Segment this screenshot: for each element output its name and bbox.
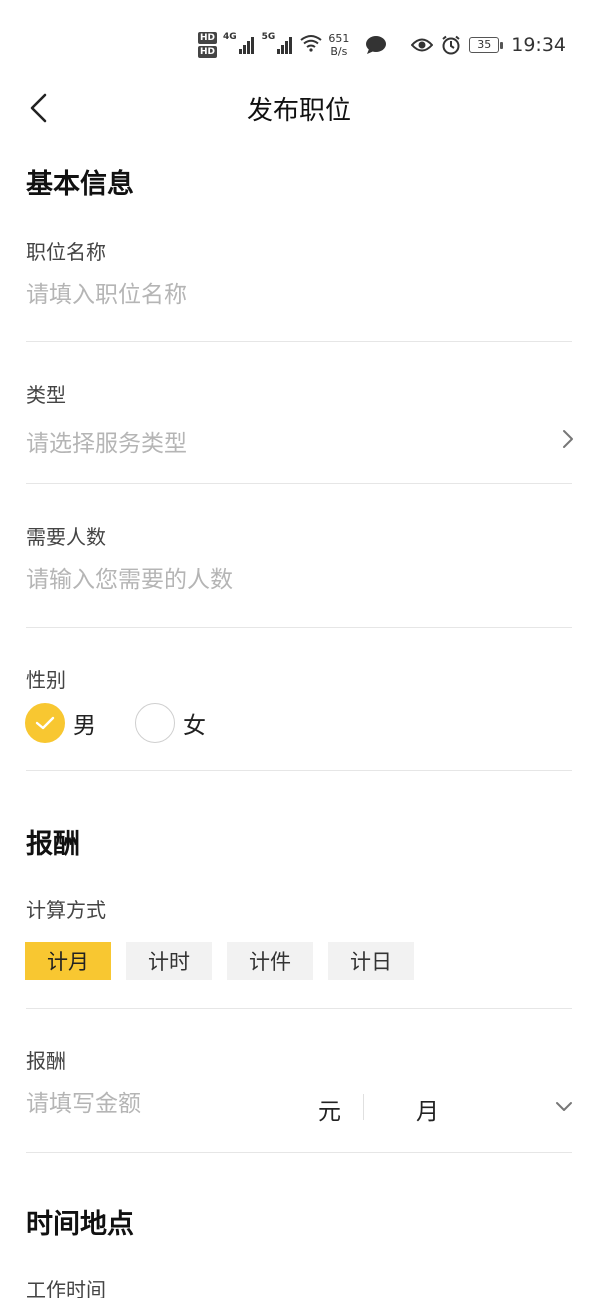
divider xyxy=(26,1008,572,1009)
battery-level: 35 xyxy=(469,37,500,53)
eye-icon xyxy=(411,37,434,53)
type-placeholder: 请选择服务类型 xyxy=(26,431,187,457)
pay-period-selector[interactable]: 月 xyxy=(380,1086,576,1126)
chevron-right-icon xyxy=(563,430,573,448)
navigation-bar: 发布职位 xyxy=(0,82,598,134)
network-speed: 651 B/s xyxy=(328,32,349,58)
signal-2-icon xyxy=(277,36,293,54)
signal-1-icon xyxy=(238,36,254,54)
hd-indicators: HD HD xyxy=(198,32,218,58)
pay-method-daily[interactable]: 计日 xyxy=(328,942,414,980)
divider xyxy=(26,341,572,342)
headcount-input[interactable] xyxy=(26,567,466,593)
gender-option-female[interactable]: 女 xyxy=(135,702,206,744)
unit-separator xyxy=(363,1094,364,1120)
divider xyxy=(26,1152,572,1153)
divider xyxy=(26,483,572,484)
divider xyxy=(26,770,572,771)
headcount-label: 需要人数 xyxy=(26,525,106,549)
work-time-label: 工作时间 xyxy=(26,1278,106,1298)
type-selector[interactable]: 请选择服务类型 xyxy=(26,424,572,457)
divider xyxy=(26,627,572,628)
gender-female-label: 女 xyxy=(183,713,206,739)
pay-method-label: 计算方式 xyxy=(26,898,106,922)
job-name-input[interactable] xyxy=(26,282,466,308)
status-bar: HD HD 4G 5G 651 B/s 35 19:34 xyxy=(0,0,598,88)
gender-male-label: 男 xyxy=(73,713,96,739)
pay-amount-label: 报酬 xyxy=(26,1049,66,1073)
message-icon xyxy=(365,35,387,55)
chevron-down-icon xyxy=(556,1102,572,1111)
status-time: 19:34 xyxy=(511,34,566,56)
network-type-2: 5G xyxy=(261,32,276,42)
wifi-icon xyxy=(300,34,322,56)
pay-method-monthly[interactable]: 计月 xyxy=(25,942,111,980)
pay-amount-input[interactable] xyxy=(26,1091,296,1117)
gender-option-male[interactable]: 男 xyxy=(25,702,96,744)
hd-badge-bottom: HD xyxy=(198,46,218,58)
currency-unit: 元 xyxy=(318,1099,341,1125)
pay-method-piece[interactable]: 计件 xyxy=(227,942,313,980)
alarm-icon xyxy=(441,35,461,55)
pay-method-hourly[interactable]: 计时 xyxy=(126,942,212,980)
section-title-pay: 报酬 xyxy=(26,829,80,860)
pay-period-value: 月 xyxy=(416,1099,439,1125)
radio-checked xyxy=(25,703,65,743)
status-bar-right: 35 19:34 xyxy=(403,26,566,64)
battery-indicator: 35 xyxy=(469,37,504,53)
network-type-1: 4G xyxy=(223,32,237,42)
page-title: 发布职位 xyxy=(246,96,351,126)
status-bar-left: HD HD 4G 5G 651 B/s xyxy=(198,26,387,64)
check-icon xyxy=(35,716,55,730)
hd-badge-top: HD xyxy=(198,32,218,44)
job-name-label: 职位名称 xyxy=(26,240,106,264)
section-title-basic-info: 基本信息 xyxy=(26,169,134,200)
gender-label: 性别 xyxy=(26,668,66,692)
section-title-time-place: 时间地点 xyxy=(26,1209,134,1240)
speed-unit: B/s xyxy=(330,45,348,58)
radio-unchecked xyxy=(135,703,175,743)
type-label: 类型 xyxy=(26,383,66,407)
speed-value: 651 xyxy=(328,32,350,45)
